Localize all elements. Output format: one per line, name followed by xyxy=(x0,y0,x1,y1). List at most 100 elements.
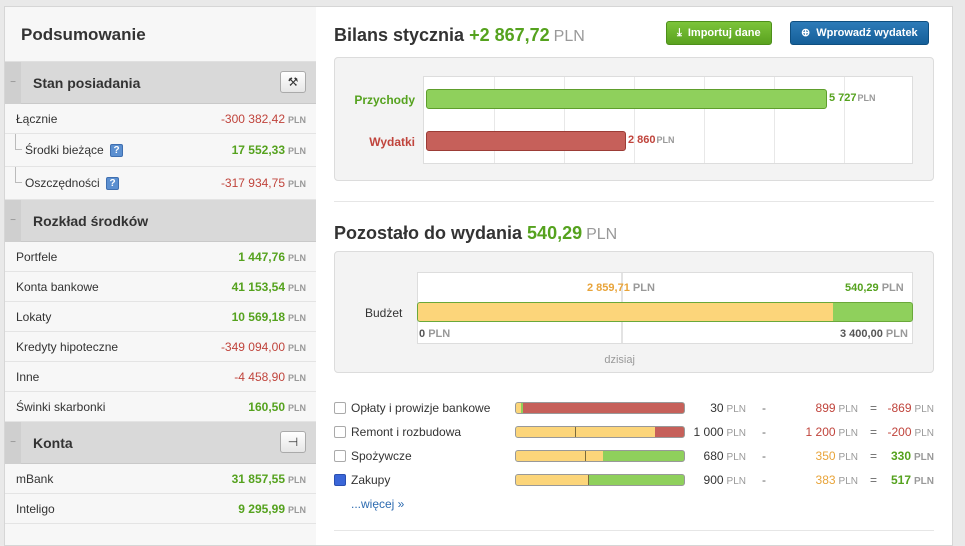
help-icon[interactable]: ? xyxy=(106,177,120,191)
budget-panel: Budżet 2 859,71 PLN 540,29 PLN 0 PLN 3 4… xyxy=(334,251,934,373)
category-diff: 517 PLN xyxy=(890,473,934,487)
tick-label: Przychody xyxy=(354,93,415,107)
row-mortgages[interactable]: Kredyty hipoteczne -349 094,00 PLN xyxy=(5,332,316,362)
chart-bar-wydatki[interactable] xyxy=(426,131,626,151)
spent-label: 2 859,71 PLN xyxy=(587,282,655,294)
category-bar-tick xyxy=(574,427,576,437)
equals-sign: = xyxy=(870,473,878,487)
min-label: 0 PLN xyxy=(419,328,451,340)
row-value: 10 569,18 PLN xyxy=(231,310,306,324)
budget-bar xyxy=(417,302,913,322)
budget-spent-fill xyxy=(418,303,834,321)
pin-icon[interactable]: ⊣ xyxy=(280,431,306,453)
category-spent: 1 200 PLN xyxy=(805,425,858,439)
category-diff: -869 PLN xyxy=(887,401,934,415)
row-value: 31 857,55 PLN xyxy=(231,472,306,486)
data-label: 5 727PLN xyxy=(829,92,876,104)
category-row[interactable]: Zakupy 900 PLN - 383 PLN = 517 PLN xyxy=(334,469,934,491)
summary-sidebar: Podsumowanie − Stan posiadania ⚒ Łącznie… xyxy=(4,6,316,546)
category-row[interactable]: Remont i rozbudowa 1 000 PLN - 1 200 PLN = -200… xyxy=(334,421,934,443)
row-label: Środki bieżące xyxy=(25,143,104,157)
category-bar-budget xyxy=(516,475,589,485)
row-wallets[interactable]: Portfele 1 447,76 PLN xyxy=(5,242,316,272)
row-label: Konta bankowe xyxy=(16,280,99,294)
category-checkbox[interactable] xyxy=(334,402,346,414)
balance-title: Bilans stycznia +2 867,72 PLN xyxy=(334,25,585,45)
minus-sign: - xyxy=(762,449,766,463)
section-accounts[interactable]: − Konta ⊣ xyxy=(5,422,316,464)
category-budget: 30 PLN xyxy=(710,401,746,415)
row-piggy-banks[interactable]: Świnki skarbonki 160,50 PLN xyxy=(5,392,316,422)
section-accounts-label: Konta xyxy=(33,435,73,451)
row-label: Inteligo xyxy=(16,502,55,516)
category-checkbox[interactable] xyxy=(334,474,346,486)
category-bar-budget xyxy=(516,427,656,437)
category-bar xyxy=(515,402,685,414)
category-spent: 383 PLN xyxy=(815,473,858,487)
equals-sign: = xyxy=(870,425,878,439)
category-bar-tick xyxy=(588,475,590,485)
category-checkbox[interactable] xyxy=(334,426,346,438)
category-bar-overspend xyxy=(522,403,684,413)
row-value: -4 458,90 PLN xyxy=(234,370,306,384)
row-account-mbank[interactable]: mBank 31 857,55 PLN xyxy=(5,464,316,494)
more-link[interactable]: ...więcej » xyxy=(351,497,404,511)
category-bar xyxy=(515,450,685,462)
row-total: Łącznie -300 382,42 PLN xyxy=(5,104,316,134)
row-deposits[interactable]: Lokaty 10 569,18 PLN xyxy=(5,302,316,332)
category-bar-budget xyxy=(516,403,522,413)
budget-label: Budżet xyxy=(365,306,403,320)
row-label: Łącznie xyxy=(16,112,58,126)
category-name: Zakupy xyxy=(351,473,391,487)
add-expense-button[interactable]: ⊕ Wprowadź wydatek xyxy=(790,21,929,45)
category-bar xyxy=(515,426,685,438)
category-row[interactable]: Spożywcze 680 PLN - 350 PLN = 330 PLN xyxy=(334,445,934,467)
left-label: 540,29 PLN xyxy=(845,282,904,294)
section-distribution[interactable]: − Rozkład środków xyxy=(5,200,316,242)
category-diff: 330 PLN xyxy=(890,449,934,463)
category-name: Remont i rozbudowa xyxy=(351,425,462,439)
category-budget: 680 PLN xyxy=(703,449,746,463)
row-savings: Oszczędności ? -317 934,75 PLN xyxy=(5,167,316,200)
minus-sign: - xyxy=(762,425,766,439)
row-value: 160,50 PLN xyxy=(248,400,306,414)
collapse-icon[interactable]: − xyxy=(5,422,21,464)
category-bar-tick xyxy=(584,451,586,461)
sidebar-title: Podsumowanie xyxy=(5,7,316,62)
minus-sign: - xyxy=(762,401,766,415)
row-label: Kredyty hipoteczne xyxy=(16,340,119,354)
category-spent: 899 PLN xyxy=(815,401,858,415)
row-label: Portfele xyxy=(16,250,58,264)
collapse-icon[interactable]: − xyxy=(5,62,21,104)
row-value: 1 447,76 PLN xyxy=(238,250,306,264)
category-checkbox[interactable] xyxy=(334,450,346,462)
balance-value: +2 867,72 xyxy=(469,25,550,45)
remaining-value: 540,29 xyxy=(527,223,583,243)
row-current-funds: Środki bieżące ? 17 552,33 PLN xyxy=(5,134,316,167)
row-account-inteligo[interactable]: Inteligo 9 295,99 PLN xyxy=(5,494,316,524)
row-value: 9 295,99 PLN xyxy=(238,502,306,516)
minus-sign: - xyxy=(762,473,766,487)
row-label: Oszczędności xyxy=(25,176,100,190)
row-value: -317 934,75 PLN xyxy=(220,176,306,190)
category-row[interactable]: Opłaty i prowizje bankowe 30 PLN - 899 PLN = -8… xyxy=(334,397,934,419)
chart-bar-przychody[interactable] xyxy=(426,89,827,109)
row-label: Świnki skarbonki xyxy=(16,400,106,414)
row-label: Inne xyxy=(16,370,40,384)
row-other[interactable]: Inne -4 458,90 PLN xyxy=(5,362,316,392)
section-assets[interactable]: − Stan posiadania ⚒ xyxy=(5,62,316,104)
row-value: -349 094,00 PLN xyxy=(220,340,306,354)
category-budget: 1 000 PLN xyxy=(693,425,746,439)
section-distribution-label: Rozkład środków xyxy=(33,213,149,229)
import-button[interactable]: ⤓ Importuj dane xyxy=(666,21,772,45)
help-icon[interactable]: ? xyxy=(110,144,124,158)
section-assets-label: Stan posiadania xyxy=(33,75,141,91)
row-bank-accounts[interactable]: Konta bankowe 41 153,54 PLN xyxy=(5,272,316,302)
collapse-icon[interactable]: − xyxy=(5,200,21,242)
income-expense-chart: Przychody Wydatki 5 727PLN 2 860PLN xyxy=(334,57,934,181)
wrench-icon[interactable]: ⚒ xyxy=(280,71,306,93)
download-icon: ⤓ xyxy=(677,27,682,39)
category-spent: 350 PLN xyxy=(815,449,858,463)
row-label: Lokaty xyxy=(16,310,52,324)
today-label: dzisiaj xyxy=(604,354,635,366)
